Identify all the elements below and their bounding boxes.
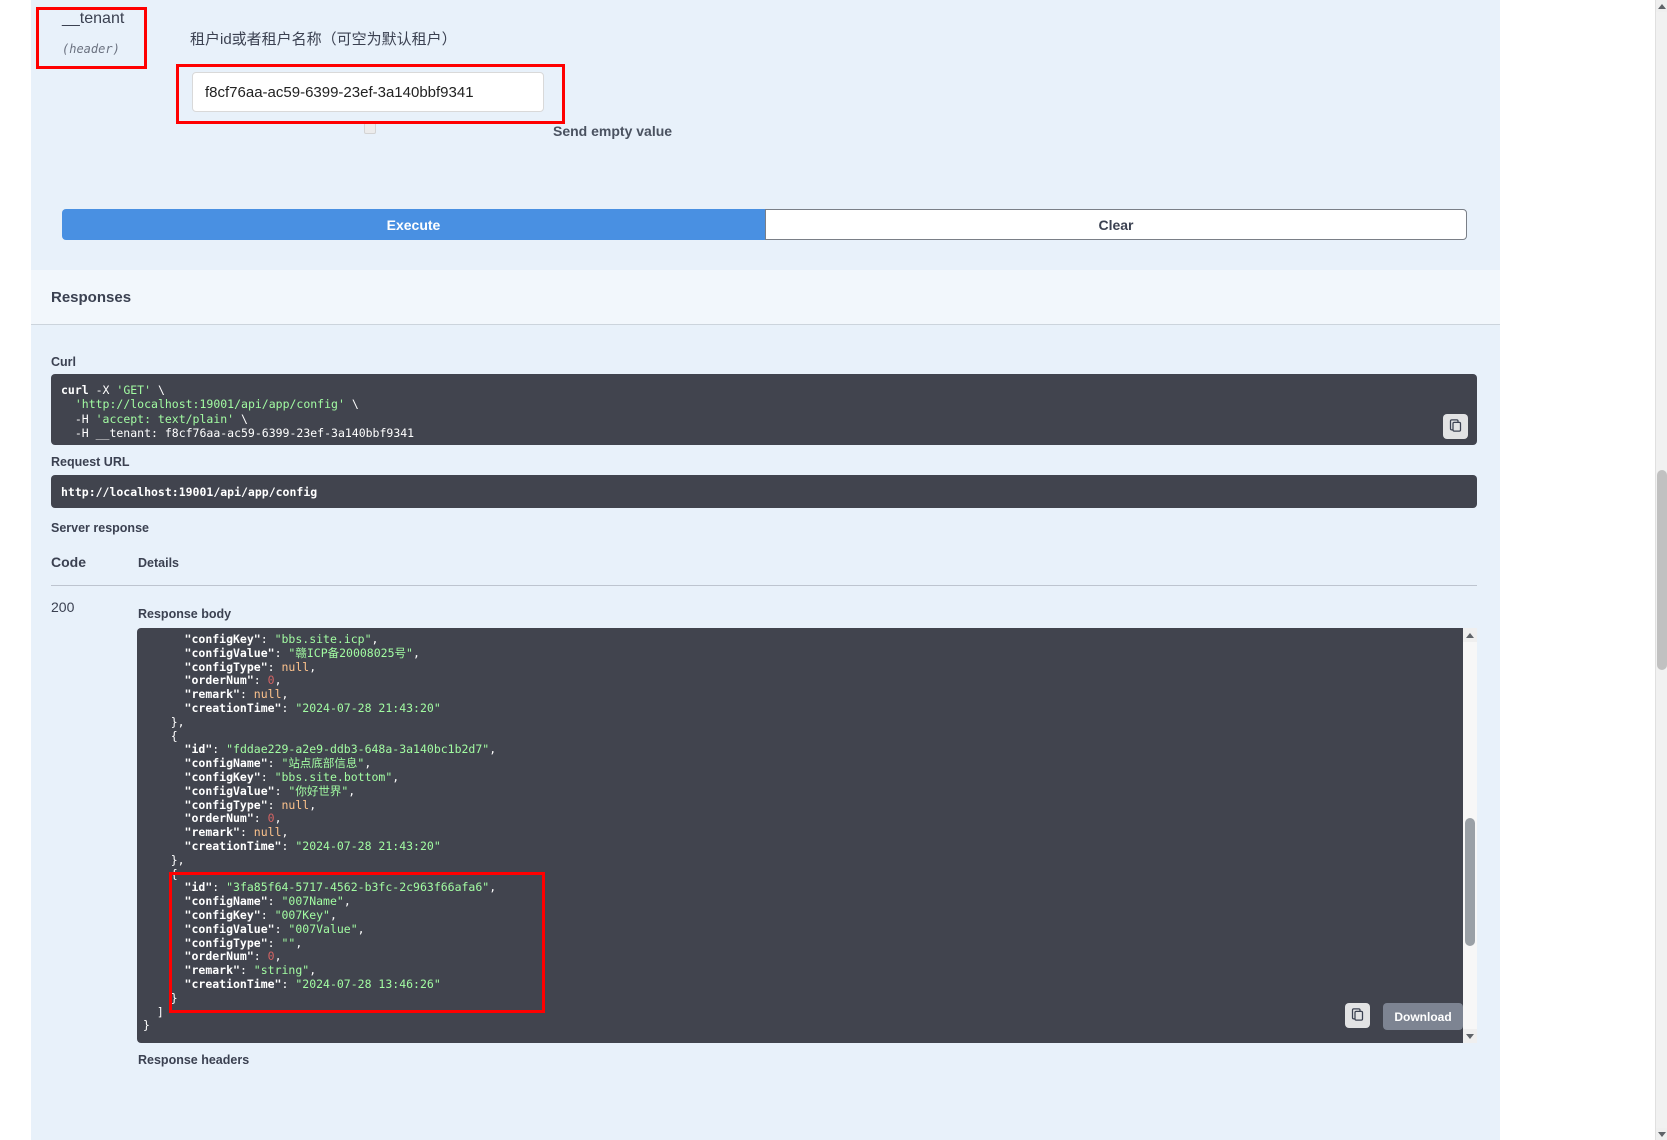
- copy-response-button[interactable]: [1345, 1003, 1370, 1028]
- send-empty-value-checkbox[interactable]: [364, 122, 376, 134]
- request-url-block: http://localhost:19001/api/app/config: [51, 475, 1477, 508]
- code-line: "orderNum": 0,: [143, 812, 1457, 826]
- code-line: -H 'accept: text/plain' \: [61, 412, 1467, 426]
- curl-command-block: curl -X 'GET' \ 'http://localhost:19001/…: [51, 374, 1477, 445]
- parameter-location: (header): [62, 42, 120, 56]
- table-header-divider: [51, 585, 1477, 586]
- code-line: "configValue": "赣ICP备20008025号",: [143, 647, 1457, 661]
- copy-icon: [1448, 418, 1463, 436]
- code-line: "orderNum": 0,: [143, 674, 1457, 688]
- execute-button[interactable]: Execute: [62, 209, 765, 240]
- page-scroll-down-arrow-icon[interactable]: [1656, 1128, 1667, 1140]
- copy-icon: [1350, 1007, 1365, 1025]
- response-body-block: "configKey": "bbs.site.icp", "configValu…: [137, 628, 1477, 1043]
- parameter-name: __tenant: [62, 10, 124, 28]
- curl-code: curl -X 'GET' \ 'http://localhost:19001/…: [61, 383, 1467, 440]
- code-line: "orderNum": 0,: [143, 950, 1457, 964]
- request-url-label: Request URL: [51, 455, 129, 469]
- code-line: "remark": null,: [143, 688, 1457, 702]
- code-line: curl -X 'GET' \: [61, 383, 1467, 397]
- response-body-label: Response body: [138, 607, 231, 621]
- code-line: "configKey": "bbs.site.bottom",: [143, 771, 1457, 785]
- code-line: 'http://localhost:19001/api/app/config' …: [61, 397, 1467, 411]
- response-body-code: "configKey": "bbs.site.icp", "configValu…: [143, 633, 1457, 1033]
- code-line: "configType": "",: [143, 937, 1457, 951]
- responses-title: Responses: [51, 289, 131, 306]
- code-line: "remark": null,: [143, 826, 1457, 840]
- code-line: "configType": null,: [143, 661, 1457, 675]
- scroll-down-arrow-icon[interactable]: [1463, 1029, 1477, 1043]
- code-line: {: [143, 730, 1457, 744]
- send-empty-value-label: Send empty value: [553, 123, 672, 139]
- copy-curl-button[interactable]: [1443, 414, 1468, 439]
- page-scroll-up-arrow-icon[interactable]: [1656, 0, 1667, 12]
- tenant-input[interactable]: [192, 72, 544, 112]
- server-response-label: Server response: [51, 521, 149, 535]
- page-scrollbar[interactable]: [1655, 0, 1667, 1140]
- code-column-header: Code: [51, 554, 86, 570]
- code-line: "creationTime": "2024-07-28 21:43:20": [143, 840, 1457, 854]
- code-line: "configKey": "bbs.site.icp",: [143, 633, 1457, 647]
- request-url-value: http://localhost:19001/api/app/config: [61, 485, 317, 499]
- code-line: "id": "3fa85f64-5717-4562-b3fc-2c963f66a…: [143, 881, 1457, 895]
- parameter-description: 租户id或者租户名称（可空为默认租户）: [190, 28, 457, 49]
- response-headers-label: Response headers: [138, 1053, 249, 1067]
- code-line: "configType": null,: [143, 799, 1457, 813]
- download-button[interactable]: Download: [1383, 1003, 1463, 1030]
- clear-button[interactable]: Clear: [765, 209, 1467, 240]
- code-line: }: [143, 992, 1457, 1006]
- code-line: }: [143, 1019, 1457, 1033]
- swagger-operation-panel: __tenant (header) 租户id或者租户名称（可空为默认租户） Se…: [0, 0, 1667, 1140]
- code-line: },: [143, 854, 1457, 868]
- status-code: 200: [51, 599, 74, 615]
- code-line: "configName": "007Name",: [143, 895, 1457, 909]
- code-line: "configValue": "007Value",: [143, 923, 1457, 937]
- code-line: "configName": "站点底部信息",: [143, 757, 1457, 771]
- response-body-scrollbar-thumb[interactable]: [1465, 818, 1475, 946]
- scroll-up-arrow-icon[interactable]: [1463, 628, 1477, 642]
- page-scrollbar-thumb[interactable]: [1657, 470, 1667, 670]
- response-body-scrollbar[interactable]: [1463, 628, 1477, 1043]
- code-line: "creationTime": "2024-07-28 21:43:20": [143, 702, 1457, 716]
- code-line: "creationTime": "2024-07-28 13:46:26": [143, 978, 1457, 992]
- code-line: ]: [143, 1006, 1457, 1020]
- code-line: -H __tenant: f8cf76aa-ac59-6399-23ef-3a1…: [61, 426, 1467, 440]
- code-line: "configKey": "007Key",: [143, 909, 1457, 923]
- code-line: "remark": "string",: [143, 964, 1457, 978]
- code-line: },: [143, 716, 1457, 730]
- code-line: "id": "fddae229-a2e9-ddb3-648a-3a140bc1b…: [143, 743, 1457, 757]
- responses-section-header: [31, 270, 1500, 325]
- code-line: "configValue": "你好世界",: [143, 785, 1457, 799]
- code-line: {: [143, 868, 1457, 882]
- details-column-header: Details: [138, 556, 179, 570]
- curl-label: Curl: [51, 355, 76, 369]
